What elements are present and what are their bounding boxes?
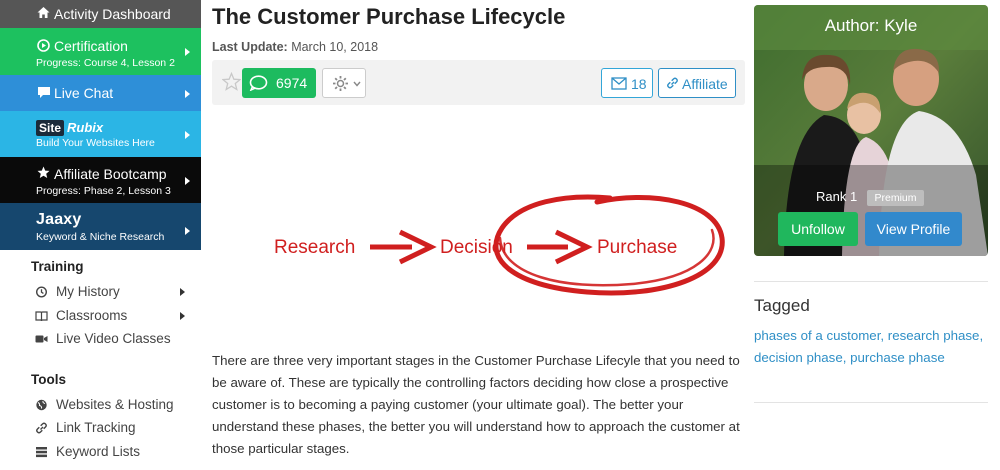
- author-rank: Rank 1: [816, 189, 858, 204]
- sidebar-item-keyword-lists[interactable]: Keyword Lists: [0, 440, 201, 464]
- sidebar-item-websites-hosting[interactable]: Websites & Hosting: [0, 393, 201, 417]
- envelope-icon: [611, 77, 627, 90]
- nav-label: Websites & Hosting: [56, 396, 174, 412]
- video-camera-icon: [35, 335, 48, 343]
- nav-label: Keyword Lists: [56, 443, 141, 459]
- sidebar-tile-jaaxy[interactable]: Jaaxy Keyword & Niche Research: [0, 203, 201, 250]
- last-update-date: March 10, 2018: [291, 40, 379, 54]
- play-circle-icon: [37, 39, 50, 52]
- article: The Customer Purchase Lifecycle Last Upd…: [212, 0, 745, 456]
- article-toolbar: 6974 18 Affiliate: [212, 60, 745, 105]
- sidebar-tile-activity-dashboard[interactable]: Activity Dashboard: [0, 0, 201, 28]
- sidebar-tile-affiliate-bootcamp[interactable]: Affiliate Bootcamp Progress: Phase 2, Le…: [0, 157, 201, 203]
- chat-icon: [38, 87, 50, 98]
- author-heading: Author: Kyle: [824, 16, 918, 35]
- chevron-right-icon: [180, 288, 185, 296]
- link-icon: [667, 77, 678, 89]
- tile-label: Affiliate Bootcamp: [54, 166, 167, 182]
- book-icon: [35, 310, 48, 321]
- page-title: The Customer Purchase Lifecycle: [212, 4, 566, 29]
- last-update-label: Last Update:: [212, 40, 288, 54]
- sidebar-item-classrooms[interactable]: Classrooms: [0, 304, 201, 328]
- lifecycle-diagram: Research Decision Purchase: [212, 180, 745, 310]
- globe-icon: [36, 399, 47, 410]
- tag-link[interactable]: research phase: [888, 328, 980, 343]
- sidebar-tile-siterubix[interactable]: Site Rubix Build Your Websites Here: [0, 111, 201, 157]
- sidebar-item-link-tracking[interactable]: Link Tracking: [0, 416, 201, 440]
- link-icon: [36, 422, 47, 434]
- tools-heading: Tools: [31, 371, 66, 387]
- last-update: Last Update: March 10, 2018: [212, 40, 745, 54]
- nav-label: Live Video Classes: [56, 331, 171, 346]
- tile-label: Activity Dashboard: [54, 6, 171, 22]
- unfollow-button[interactable]: Unfollow: [778, 212, 858, 246]
- divider: [754, 281, 988, 282]
- messages-button[interactable]: 18: [601, 68, 653, 98]
- tile-sublabel: Build Your Websites Here: [36, 137, 155, 149]
- tag-list: phases of a customer, research phase, de…: [754, 328, 984, 365]
- gear-icon: [333, 76, 348, 91]
- tagged-heading: Tagged: [754, 296, 810, 315]
- settings-dropdown[interactable]: [322, 68, 366, 98]
- home-icon: [37, 7, 50, 18]
- list-icon: [36, 446, 47, 457]
- star-outline-icon[interactable]: [222, 72, 241, 91]
- sidebar-item-live-video-classes[interactable]: Live Video Classes: [0, 327, 201, 351]
- chevron-right-icon: [185, 227, 190, 235]
- view-profile-button[interactable]: View Profile: [865, 212, 962, 246]
- chevron-right-icon: [185, 131, 190, 139]
- diagram-label-research: Research: [274, 237, 356, 258]
- nav-label: Classrooms: [56, 307, 128, 323]
- sidebar-tile-certification[interactable]: Certification Progress: Course 4, Lesson…: [0, 28, 201, 75]
- history-icon: [35, 286, 48, 298]
- tile-label: Live Chat: [54, 85, 114, 101]
- messages-count: 18: [631, 76, 647, 92]
- affiliate-label: Affiliate: [682, 76, 728, 92]
- comments-button[interactable]: 6974: [242, 68, 316, 98]
- article-paragraph: There are three very important stages in…: [212, 353, 740, 456]
- chevron-right-icon: [180, 311, 185, 320]
- chevron-right-icon: [185, 177, 190, 185]
- affiliate-button[interactable]: Affiliate: [658, 68, 736, 98]
- comments-count: 6974: [276, 75, 308, 91]
- siterubix-logo: Site Rubix: [36, 111, 201, 136]
- tag-link[interactable]: decision phase: [754, 350, 843, 365]
- jaaxy-logo: Jaaxy: [36, 211, 82, 228]
- tile-sublabel: Progress: Phase 2, Lesson 3: [36, 185, 171, 197]
- chevron-down-icon: [353, 81, 361, 87]
- divider: [754, 402, 988, 403]
- page: Activity Dashboard Certification Progres…: [0, 0, 1000, 470]
- star-icon: [37, 166, 50, 178]
- tag-link[interactable]: phases of a customer: [754, 328, 880, 343]
- training-heading: Training: [31, 259, 84, 274]
- tile-sublabel: Progress: Course 4, Lesson 2: [36, 57, 175, 69]
- nav-label: My History: [56, 284, 120, 299]
- diagram-label-decision: Decision: [440, 237, 513, 258]
- premium-badge: Premium: [867, 190, 924, 206]
- sidebar-item-my-history[interactable]: My History: [0, 280, 201, 304]
- diagram-label-purchase: Purchase: [597, 237, 678, 258]
- sidebar-tile-live-chat[interactable]: Live Chat: [0, 75, 201, 111]
- tile-sublabel: Keyword & Niche Research: [36, 231, 165, 243]
- chevron-right-icon: [185, 90, 190, 98]
- comment-icon: [249, 75, 268, 91]
- tile-label: Certification: [54, 38, 128, 54]
- nav-label: Link Tracking: [56, 420, 136, 435]
- chevron-right-icon: [185, 48, 190, 56]
- author-card: Author: Kyle Rank 1 Premium Unfollow Vie…: [754, 5, 988, 256]
- tag-link[interactable]: purchase phase: [850, 350, 945, 365]
- sidebar: Activity Dashboard Certification Progres…: [0, 0, 201, 470]
